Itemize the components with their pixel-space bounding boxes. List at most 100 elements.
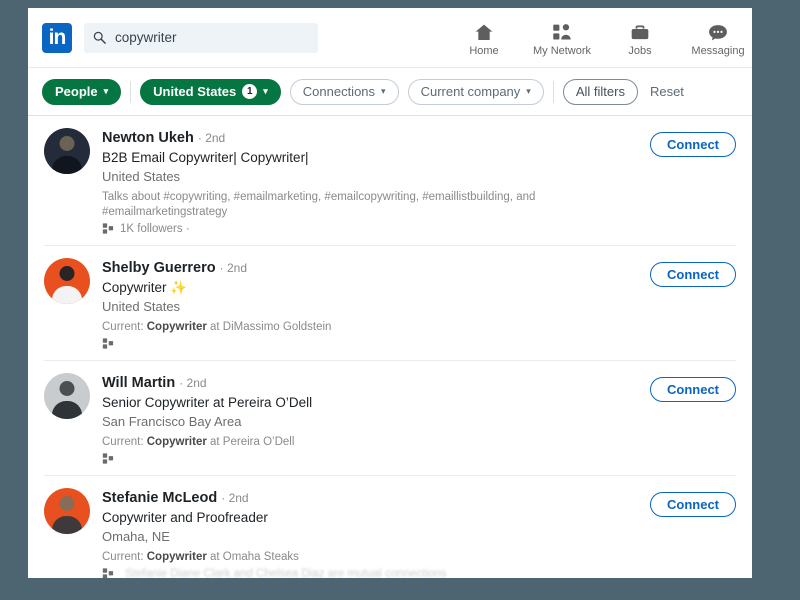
- search-result-card[interactable]: Will Martin · 2nd Senior Copywriter at P…: [44, 361, 736, 476]
- briefcase-icon: [629, 22, 651, 43]
- home-icon: [473, 22, 495, 43]
- result-meta-bold: Copywriter: [147, 321, 207, 333]
- result-degree: · 2nd: [198, 131, 225, 145]
- result-social-row: [102, 452, 640, 465]
- filter-connections[interactable]: Connections ▾: [290, 79, 399, 105]
- connect-button[interactable]: Connect: [650, 132, 736, 157]
- nav-item-my-network[interactable]: My Network: [536, 22, 588, 57]
- nav-item-jobs[interactable]: Jobs: [614, 22, 666, 57]
- nav-label-jobs: Jobs: [628, 45, 651, 57]
- result-name-row[interactable]: Stefanie McLeod · 2nd: [102, 489, 640, 507]
- connect-button[interactable]: Connect: [650, 492, 736, 517]
- result-name: Will Martin: [102, 375, 175, 391]
- avatar-head-shape: [60, 136, 75, 151]
- result-headline: Copywriter and Proofreader: [102, 509, 640, 527]
- result-headline: Copywriter ✨: [102, 279, 640, 297]
- people-icon: [551, 22, 573, 43]
- result-meta-suffix: at DiMassimo Goldstein: [207, 321, 332, 333]
- avatar-head-shape: [60, 381, 75, 396]
- top-navigation-bar: in copywriter Home: [28, 8, 752, 68]
- people-icon: [102, 452, 115, 465]
- filter-current-company-label: Current company: [421, 84, 521, 99]
- avatar[interactable]: [44, 373, 90, 419]
- filter-connections-label: Connections: [303, 84, 375, 99]
- result-name: Shelby Guerrero: [102, 260, 216, 276]
- search-query-text: copywriter: [115, 30, 177, 45]
- all-filters-label: All filters: [576, 84, 625, 99]
- reset-filters-link[interactable]: Reset: [650, 84, 684, 99]
- filter-divider: [553, 81, 554, 103]
- result-meta-prefix: Current:: [102, 321, 147, 333]
- filter-current-company[interactable]: Current company ▾: [408, 79, 544, 105]
- result-mutual-connections: Stefanie Diane Clark and Chelsea Diaz ar…: [125, 568, 447, 579]
- result-location: United States: [102, 168, 640, 186]
- result-meta: Current: Copywriter at Omaha Steaks: [102, 550, 640, 565]
- search-result-card[interactable]: Newton Ukeh · 2nd B2B Email Copywriter| …: [44, 116, 736, 246]
- connect-button[interactable]: Connect: [650, 262, 736, 287]
- result-degree: · 2nd: [220, 261, 247, 275]
- avatar-body-shape: [52, 286, 82, 304]
- result-name-row[interactable]: Shelby Guerrero · 2nd: [102, 259, 640, 277]
- people-icon: [102, 222, 115, 235]
- result-meta: Current: Copywriter at DiMassimo Goldste…: [102, 320, 640, 335]
- result-degree: · 2nd: [179, 376, 206, 390]
- nav-items-group: Home My Network Jobs: [458, 16, 752, 60]
- result-meta-prefix: Current:: [102, 436, 147, 448]
- chevron-down-icon: ▾: [263, 87, 268, 96]
- chevron-down-icon: ▾: [104, 87, 109, 96]
- result-name: Newton Ukeh: [102, 130, 194, 146]
- all-filters-button[interactable]: All filters: [563, 79, 638, 105]
- result-name-row[interactable]: Will Martin · 2nd: [102, 374, 640, 392]
- linkedin-logo-icon[interactable]: in: [42, 23, 72, 53]
- result-location: Omaha, NE: [102, 528, 640, 546]
- nav-item-messaging[interactable]: Messaging: [692, 22, 744, 57]
- people-icon: [102, 337, 115, 350]
- result-social-row: Stefanie Diane Clark and Chelsea Diaz ar…: [102, 567, 640, 578]
- filter-divider: [130, 81, 131, 103]
- result-meta-bold: Copywriter: [147, 551, 207, 563]
- result-details: Stefanie McLeod · 2nd Copywriter and Pro…: [102, 488, 640, 578]
- avatar-head-shape: [60, 496, 75, 511]
- result-social-row: 1K followers ·: [102, 222, 640, 235]
- filter-location[interactable]: United States 1 ▾: [140, 79, 281, 105]
- result-meta: Current: Copywriter at Pereira O’Dell: [102, 435, 640, 450]
- result-meta-prefix: Talks about #copywriting, #emailmarketin…: [102, 191, 535, 218]
- avatar[interactable]: [44, 128, 90, 174]
- result-name-row[interactable]: Newton Ukeh · 2nd: [102, 129, 640, 147]
- avatar-body-shape: [52, 516, 82, 534]
- people-icon: [102, 567, 115, 578]
- result-headline: B2B Email Copywriter| Copywriter|: [102, 149, 640, 167]
- avatar[interactable]: [44, 258, 90, 304]
- result-details: Shelby Guerrero · 2nd Copywriter ✨ Unite…: [102, 258, 640, 350]
- search-result-card[interactable]: Shelby Guerrero · 2nd Copywriter ✨ Unite…: [44, 246, 736, 361]
- search-icon: [92, 30, 107, 45]
- result-meta-suffix: at Pereira O’Dell: [207, 436, 295, 448]
- nav-item-home[interactable]: Home: [458, 22, 510, 57]
- browser-viewport: in copywriter Home: [28, 8, 752, 578]
- chevron-down-icon: ▾: [526, 87, 531, 96]
- avatar[interactable]: [44, 488, 90, 534]
- result-meta-bold: Copywriter: [147, 436, 207, 448]
- result-details: Newton Ukeh · 2nd B2B Email Copywriter| …: [102, 128, 640, 235]
- connect-button[interactable]: Connect: [650, 377, 736, 402]
- result-location: San Francisco Bay Area: [102, 413, 640, 431]
- avatar-head-shape: [60, 266, 75, 281]
- search-filter-bar: People ▾ United States 1 ▾ Connections ▾…: [28, 68, 752, 116]
- result-meta-prefix: Current:: [102, 551, 147, 563]
- message-icon: [707, 22, 729, 43]
- filter-people[interactable]: People ▾: [42, 79, 121, 105]
- result-social-row: [102, 337, 640, 350]
- search-result-card[interactable]: Stefanie McLeod · 2nd Copywriter and Pro…: [44, 476, 736, 578]
- filter-location-count: 1: [242, 84, 257, 99]
- result-headline: Senior Copywriter at Pereira O’Dell: [102, 394, 640, 412]
- result-name: Stefanie McLeod: [102, 490, 217, 506]
- nav-label-my-network: My Network: [533, 45, 591, 57]
- nav-label-messaging: Messaging: [691, 45, 744, 57]
- avatar-body-shape: [52, 156, 82, 174]
- filter-location-label: United States: [153, 84, 236, 99]
- search-input[interactable]: copywriter: [84, 23, 318, 53]
- chevron-down-icon: ▾: [381, 87, 386, 96]
- result-meta-suffix: at Omaha Steaks: [207, 551, 299, 563]
- result-degree: · 2nd: [221, 491, 248, 505]
- search-results-list: Newton Ukeh · 2nd B2B Email Copywriter| …: [28, 116, 752, 578]
